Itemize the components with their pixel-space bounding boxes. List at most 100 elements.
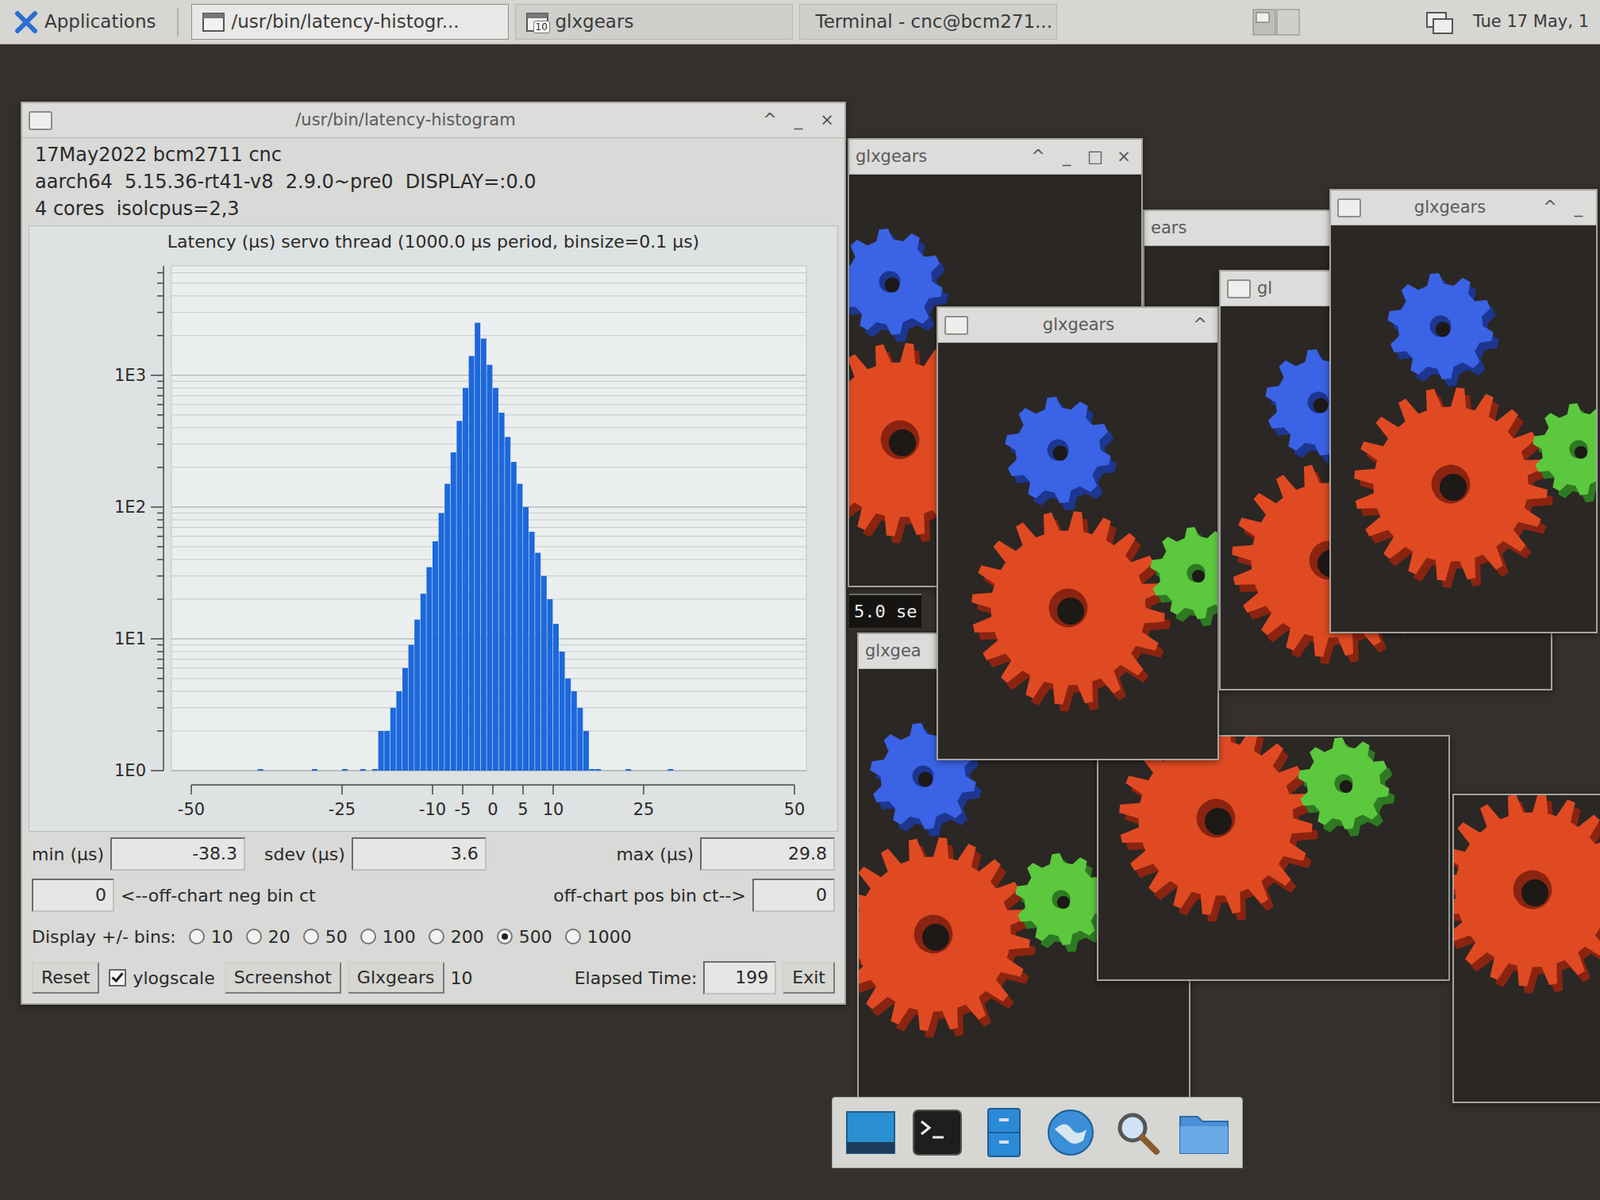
radio-button[interactable] [246,928,262,945]
histogram-bar [486,365,493,771]
glxgears-window[interactable]: glxgears^ [936,306,1220,761]
glxgears-window[interactable]: glxgears^_ [1329,188,1598,634]
bins-radio-option[interactable]: 500 [496,923,553,950]
histogram-bar [432,541,439,771]
terminal-icon[interactable] [910,1105,965,1160]
glxgears-window[interactable] [1452,793,1600,1104]
histogram-bar [456,420,462,771]
search-icon[interactable] [1110,1105,1165,1160]
window-control-button[interactable]: _ [787,107,810,134]
histogram-bar [553,623,559,771]
radio-label[interactable]: 200 [450,923,485,950]
window-control-button[interactable]: ^ [758,107,781,134]
bins-radio-option[interactable]: 100 [360,923,416,950]
title-bar[interactable]: glxgears^_□× [849,139,1142,175]
radio-button[interactable] [565,928,581,945]
glxgears-button[interactable]: Glxgears [347,961,445,994]
taskbar-label[interactable]: /usr/bin/latency-histogr... [231,7,460,36]
show-desktop-icon[interactable] [843,1105,898,1160]
window-control-button[interactable]: × [815,107,839,134]
gl-canvas [1453,795,1600,1102]
gears-render [950,342,1218,724]
histogram-bar [511,461,517,771]
window-title: glxgears [1367,195,1533,221]
histogram-bar [583,730,589,771]
window-control-button[interactable]: × [1112,144,1135,170]
folder-icon[interactable] [1176,1105,1231,1160]
histogram-bar [378,730,385,771]
x-tick-label: 25 [633,800,655,820]
window-control-button[interactable]: ^ [1026,144,1050,170]
file-cabinet-icon[interactable] [976,1105,1031,1160]
window-menu-icon[interactable] [1226,279,1251,299]
display-bins-row: Display +/- bins:1020501002005001000 [28,917,839,956]
bins-radio-option[interactable]: 1000 [565,923,632,950]
window-title: ears [1150,215,1351,242]
radio-label[interactable]: 10 [211,923,234,950]
sdev-field: 3.6 [351,837,487,871]
radio-button[interactable] [360,928,377,945]
radio-label[interactable]: 500 [519,923,553,950]
screenshot-button[interactable]: Screenshot [224,961,342,994]
taskbar-button[interactable]: /usr/bin/latency-histogr... [191,3,509,40]
latency-histogram-window[interactable]: /usr/bin/latency-histogram^_×17May2022 b… [20,101,847,1005]
bins-radio-option[interactable]: 10 [188,923,234,950]
histogram-bar [462,388,469,771]
taskbar-button[interactable]: Terminal - cnc@bcm271... [799,3,1058,40]
window-control-button[interactable]: _ [1567,195,1590,221]
neg-bin-count-label: <--off-chart neg bin ct [120,882,316,909]
applications-menu[interactable]: Applications [6,4,165,39]
radio-label[interactable]: 1000 [587,923,632,950]
radio-label[interactable]: 50 [325,923,348,950]
histogram-bar [534,553,541,772]
taskbar-button[interactable]: 10glxgears [515,3,793,40]
radio-button[interactable] [496,928,513,945]
gears-render [1333,225,1597,600]
window-menu-icon[interactable] [1337,198,1362,218]
window-control-button[interactable]: ^ [1538,195,1562,221]
histogram-bar [444,484,450,771]
glxgears-window[interactable] [1096,734,1450,981]
x-tick-label: 50 [784,800,806,820]
checkbox-label[interactable]: ylogscale [132,965,215,992]
histogram-bar [372,769,378,771]
off-chart-row: 0<--off-chart neg bin ctoff-chart pos bi… [28,876,839,915]
histogram-bar [420,593,427,771]
panel-separator [176,7,179,37]
histogram-bar [546,599,553,771]
window-control-button[interactable]: ^ [1188,312,1212,339]
radio-button[interactable] [188,928,205,945]
window-title: /usr/bin/latency-histogram [58,107,753,134]
gl-canvas [1098,736,1449,980]
checkbox[interactable] [108,969,127,987]
radio-button[interactable] [428,928,445,945]
x-tick-label: -25 [328,800,356,820]
histogram-bar [565,678,571,771]
web-browser-icon[interactable] [1043,1105,1098,1160]
taskbar-label[interactable]: glxgears [555,7,635,36]
window-menu-icon[interactable] [28,111,53,131]
ylogscale-checkbox[interactable]: ylogscale [108,965,215,992]
radio-button[interactable] [303,928,320,945]
histogram-bar [492,388,499,771]
window-control-button[interactable]: _ [1055,144,1078,170]
desktop: Applications/usr/bin/latency-histogr... 1… [0,0,1600,1200]
bins-radio-option[interactable]: 200 [428,923,485,950]
title-bar[interactable]: /usr/bin/latency-histogram^_× [22,103,845,139]
applications-label[interactable]: Applications [44,7,157,36]
bins-radio-option[interactable]: 20 [246,923,291,950]
x-tick-label: 0 [487,800,498,820]
reset-button[interactable]: Reset [31,961,100,994]
radio-label[interactable]: 20 [268,923,291,950]
radio-label[interactable]: 100 [382,923,416,950]
taskbar-label[interactable]: Terminal - cnc@bcm271... [815,7,1053,36]
workspace-switcher-icon [1252,7,1300,37]
window-control-button[interactable]: □ [1084,144,1107,170]
info-line: 17May2022 bcm2711 cnc [34,141,832,169]
x-tick-label: -10 [419,800,447,820]
exit-button[interactable]: Exit [782,961,835,994]
window-menu-icon[interactable] [944,315,969,335]
title-bar[interactable]: glxgears^ [938,307,1218,343]
title-bar[interactable]: glxgears^_ [1330,190,1597,226]
bins-radio-option[interactable]: 50 [303,923,348,950]
